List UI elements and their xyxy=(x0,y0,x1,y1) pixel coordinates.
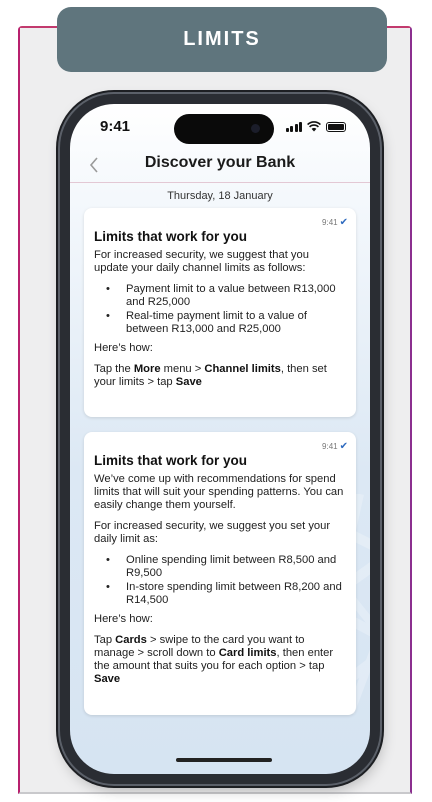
message-intro-2: For increased security, we suggest you s… xyxy=(94,520,331,545)
nav-title: Discover your Bank xyxy=(144,154,296,171)
message-timestamp: 9:41 ✔ xyxy=(322,440,348,453)
camera-dot xyxy=(251,124,260,133)
howto-steps: Tap the More menu > Channel limits, then… xyxy=(94,363,327,388)
system-icons xyxy=(285,120,346,132)
status-time: 9:41 xyxy=(100,118,131,135)
message-timestamp: 9:41 ✔ xyxy=(322,216,348,229)
phone-mockup: 9:41 Discover your Bank Thursday, 18 Jan… xyxy=(60,94,380,784)
limits-list: Payment limit to a value between R13,000… xyxy=(94,283,346,336)
message-title: Limits that work for you xyxy=(94,453,248,468)
limits-banner: LIMITS xyxy=(57,7,387,72)
read-tick-icon: ✔ xyxy=(339,441,348,452)
message-title: Limits that work for you xyxy=(94,229,248,244)
read-tick-icon: ✔ xyxy=(339,217,348,228)
banner-title: LIMITS xyxy=(183,28,261,50)
limits-list: Online spending limit between R8,500 and… xyxy=(94,554,346,607)
home-indicator[interactable] xyxy=(176,758,272,762)
date-separator: Thursday, 18 January xyxy=(167,190,273,202)
list-item: Online spending limit between R8,500 and… xyxy=(106,554,346,580)
nav-bar: Discover your Bank xyxy=(70,150,370,183)
howto-label: Here’s how: xyxy=(94,342,153,354)
list-item: Real-time payment limit to a value of be… xyxy=(106,310,346,336)
message-intro: For increased security, we suggest that … xyxy=(94,249,309,274)
phone-screen: 9:41 Discover your Bank Thursday, 18 Jan… xyxy=(70,104,370,774)
dynamic-island xyxy=(174,114,274,144)
battery-icon xyxy=(326,122,346,132)
message-card[interactable]: 9:41 ✔ Limits that work for you For incre… xyxy=(84,208,356,417)
message-time: 9:41 xyxy=(322,442,338,451)
howto-steps: Tap Cards > swipe to the card you want t… xyxy=(94,634,334,685)
status-bar: 9:41 xyxy=(70,104,370,148)
message-card[interactable]: 9:41 ✔ Limits that work for you We’ve com… xyxy=(84,432,356,715)
message-time: 9:41 xyxy=(322,218,338,227)
signal-icon xyxy=(285,122,302,132)
message-intro: We’ve come up with recommendations for s… xyxy=(94,473,344,511)
howto-label: Here’s how: xyxy=(94,613,153,625)
list-item: In-store spending limit between R8,200 a… xyxy=(106,581,346,607)
list-item: Payment limit to a value between R13,000… xyxy=(106,283,346,309)
wifi-icon xyxy=(307,121,321,132)
